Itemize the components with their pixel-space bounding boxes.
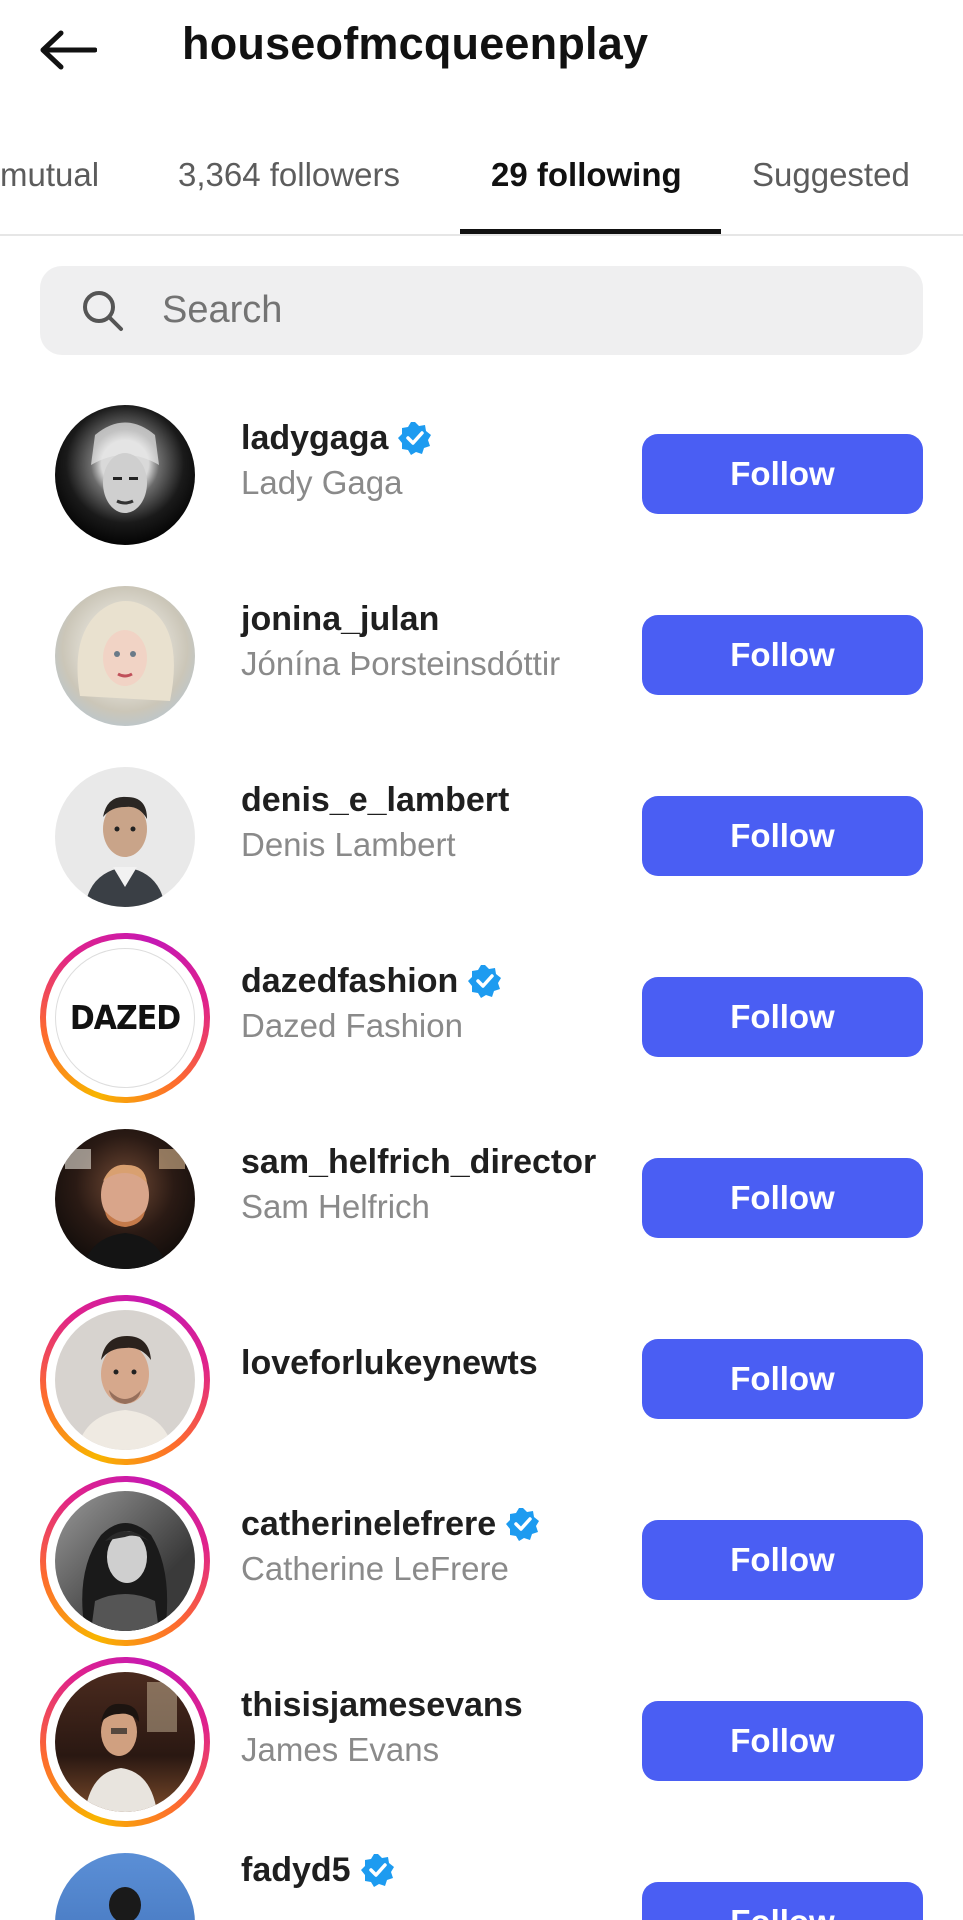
- list-item[interactable]: DAZED dazedfashion Dazed Fashion Follow: [0, 933, 963, 1103]
- search-bar[interactable]: [40, 266, 923, 355]
- full-name: Lady Gaga: [241, 464, 403, 501]
- avatar[interactable]: [40, 752, 210, 922]
- active-tab-indicator: [460, 229, 721, 234]
- tab-suggested[interactable]: Suggested: [752, 156, 910, 194]
- verified-badge-icon: [398, 422, 432, 455]
- list-item[interactable]: jonina_julan Jónína Þorsteinsdóttir Foll…: [0, 571, 963, 741]
- full-name: Jónína Þorsteinsdóttir: [241, 645, 561, 682]
- username[interactable]: fadyd5: [241, 1851, 351, 1890]
- username[interactable]: jonina_julan: [241, 600, 439, 639]
- list-item[interactable]: thisisjamesevans James Evans Follow: [0, 1657, 963, 1827]
- follow-button[interactable]: Follow: [642, 615, 923, 695]
- follow-button[interactable]: Follow: [642, 434, 923, 514]
- back-button[interactable]: [36, 18, 100, 82]
- username[interactable]: catherinelefrere: [241, 1505, 496, 1544]
- username[interactable]: sam_helfrich_director: [241, 1143, 596, 1182]
- follow-button[interactable]: Follow: [642, 1158, 923, 1238]
- search-input[interactable]: [162, 266, 902, 355]
- list-item[interactable]: ladygaga Lady Gaga Follow: [0, 390, 963, 560]
- username[interactable]: loveforlukeynewts: [241, 1344, 538, 1383]
- portrait-image: [109, 1887, 141, 1920]
- follow-button[interactable]: Follow: [642, 796, 923, 876]
- portrait-image: [77, 1336, 173, 1450]
- avatar[interactable]: [40, 1114, 210, 1284]
- full-name: Denis Lambert: [241, 826, 456, 863]
- verified-badge-icon: [506, 1508, 540, 1541]
- verified-badge-icon: [360, 1854, 394, 1887]
- tab-followers[interactable]: 3,364 followers: [178, 156, 400, 194]
- portrait-image: [91, 422, 159, 513]
- list-item[interactable]: sam_helfrich_director Sam Helfrich Follo…: [0, 1114, 963, 1284]
- tab-bar: mutual 3,364 followers 29 following Sugg…: [0, 126, 963, 236]
- search-icon: [83, 291, 123, 331]
- top-bar: houseofmcqueenplay: [0, 0, 963, 100]
- username[interactable]: dazedfashion: [241, 962, 458, 1001]
- full-name: James Evans: [241, 1731, 440, 1768]
- tab-mutual[interactable]: mutual: [0, 156, 99, 194]
- portrait-image: [82, 1523, 168, 1631]
- full-name: Dazed Fashion: [241, 1007, 463, 1044]
- username[interactable]: thisisjamesevans: [241, 1686, 523, 1725]
- full-name: Catherine LeFrere: [241, 1550, 509, 1587]
- follow-button[interactable]: Follow: [642, 1520, 923, 1600]
- follow-button[interactable]: Follow: [642, 1882, 923, 1920]
- avatar[interactable]: [40, 1838, 210, 1920]
- follow-button[interactable]: Follow: [642, 977, 923, 1057]
- tab-following[interactable]: 29 following: [491, 156, 682, 194]
- portrait-image: [85, 1682, 177, 1812]
- list-item[interactable]: denis_e_lambert Denis Lambert Follow: [0, 752, 963, 922]
- avatar-story-ring[interactable]: [40, 1476, 210, 1646]
- portrait-image: [77, 601, 174, 701]
- full-name: Sam Helfrich: [241, 1188, 430, 1225]
- follow-button[interactable]: Follow: [642, 1339, 923, 1419]
- avatar[interactable]: [40, 390, 210, 560]
- follow-button[interactable]: Follow: [642, 1701, 923, 1781]
- avatar[interactable]: [40, 571, 210, 741]
- arrow-left-icon: [40, 30, 97, 70]
- avatar-story-ring[interactable]: [40, 1657, 210, 1827]
- list-item[interactable]: fadyd5 Follow: [0, 1838, 963, 1920]
- portrait-image: [65, 1149, 185, 1269]
- portrait-image: [85, 796, 165, 907]
- list-item[interactable]: loveforlukeynewts Follow: [0, 1295, 963, 1465]
- page-title: houseofmcqueenplay: [182, 18, 649, 69]
- avatar-story-ring[interactable]: [40, 1295, 210, 1465]
- list-item[interactable]: catherinelefrere Catherine LeFrere Follo…: [0, 1476, 963, 1646]
- verified-badge-icon: [468, 965, 502, 998]
- username[interactable]: ladygaga: [241, 419, 388, 458]
- username[interactable]: denis_e_lambert: [241, 781, 509, 820]
- avatar-story-ring[interactable]: DAZED: [40, 933, 210, 1103]
- dazed-logo: DAZED: [69, 998, 181, 1038]
